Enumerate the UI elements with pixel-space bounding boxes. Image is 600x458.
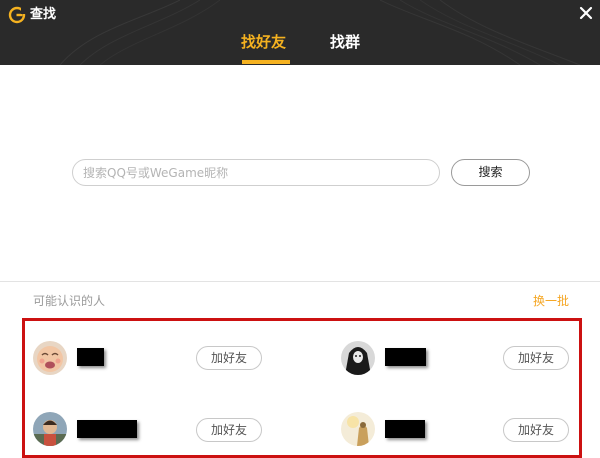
suggestions-title: 可能认识的人 xyxy=(33,294,106,308)
section-divider xyxy=(0,281,600,282)
person-name-redacted[interactable] xyxy=(77,348,104,366)
active-tab-indicator xyxy=(242,60,290,64)
person-name-redacted[interactable] xyxy=(385,348,426,366)
add-friend-button[interactable]: 加好友 xyxy=(196,346,262,370)
window-title: 查找 xyxy=(30,7,57,22)
add-friend-button[interactable]: 加好友 xyxy=(503,346,569,370)
crying-baby-avatar[interactable] xyxy=(33,341,67,375)
wegame-g-logo-icon xyxy=(8,6,26,24)
person-photo-avatar[interactable] xyxy=(33,412,67,446)
close-icon[interactable] xyxy=(578,5,594,21)
add-friend-button[interactable]: 加好友 xyxy=(503,418,569,442)
tab-find-groups[interactable]: 找群 xyxy=(330,32,360,52)
search-button[interactable]: 搜索 xyxy=(451,159,530,186)
person-name-redacted[interactable] xyxy=(385,420,425,438)
title-bar: 查找 找好友 找群 xyxy=(0,0,600,65)
person-name-redacted[interactable] xyxy=(77,420,137,438)
light-figure-avatar[interactable] xyxy=(341,412,375,446)
search-input[interactable] xyxy=(72,159,440,186)
tab-find-friends[interactable]: 找好友 xyxy=(241,32,286,52)
add-friend-button[interactable]: 加好友 xyxy=(196,418,262,442)
refresh-batch-link[interactable]: 换一批 xyxy=(533,293,569,309)
dark-hooded-figure-avatar[interactable] xyxy=(341,341,375,375)
titlebar-texture xyxy=(59,0,581,65)
